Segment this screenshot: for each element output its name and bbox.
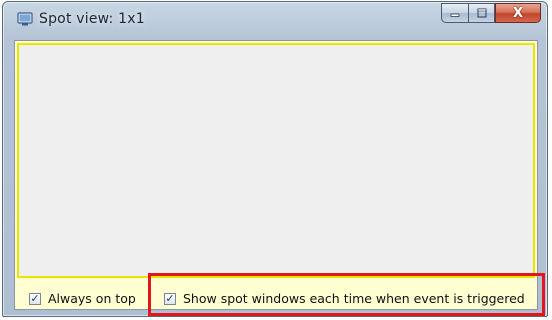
- caption-buttons: X: [441, 3, 541, 25]
- always-on-top-label: Always on top: [48, 291, 136, 306]
- always-on-top-option[interactable]: ✓ Always on top: [29, 291, 136, 306]
- content-panel: ✓ Always on top ✓ Show spot windows each…: [14, 40, 538, 310]
- close-icon: X: [512, 5, 524, 21]
- minimize-button[interactable]: [441, 3, 468, 23]
- spot-view-area: [17, 43, 535, 278]
- maximize-button[interactable]: [468, 3, 495, 23]
- checkmark-icon: ✓: [30, 291, 40, 305]
- title-bar[interactable]: Spot view: 1x1 X: [3, 2, 547, 38]
- always-on-top-checkbox[interactable]: ✓: [29, 291, 41, 305]
- minimize-icon: [450, 13, 460, 17]
- window-title: Spot view: 1x1: [39, 11, 145, 27]
- close-button[interactable]: X: [495, 3, 541, 23]
- window-app-icon: [17, 12, 33, 26]
- spot-view-window: Spot view: 1x1 X ✓ Always on top ✓ Show …: [2, 1, 548, 317]
- highlight-annotation: [148, 273, 545, 316]
- maximize-icon: [477, 8, 486, 18]
